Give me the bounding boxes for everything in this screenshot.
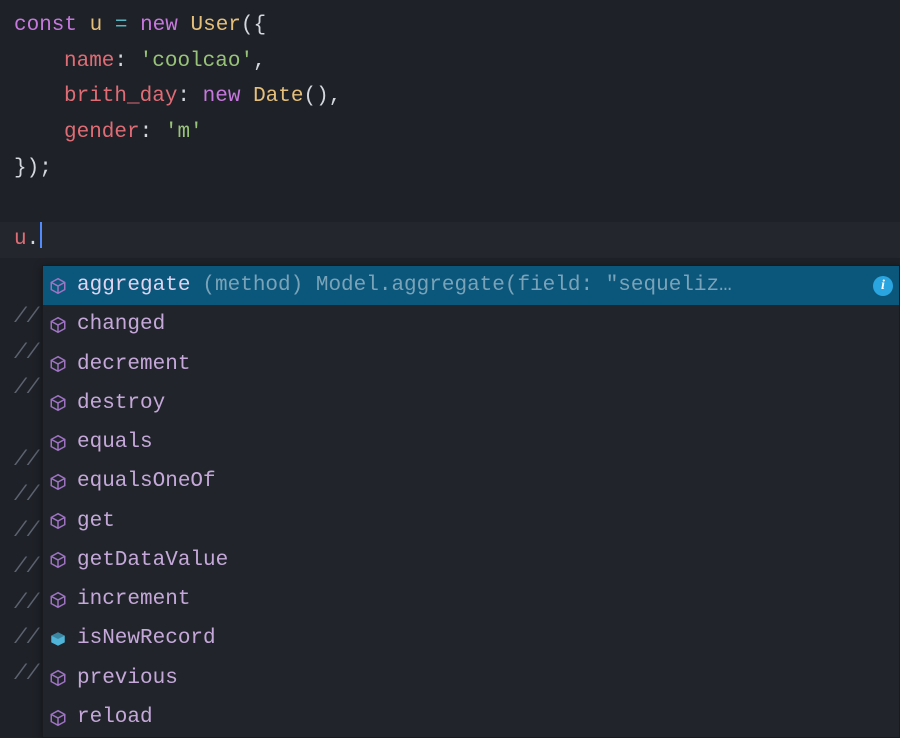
method-icon — [47, 707, 69, 729]
method-icon — [47, 589, 69, 611]
comment-marker: // — [14, 592, 39, 615]
autocomplete-item-destroy[interactable]: destroy — [43, 384, 899, 423]
autocomplete-item-isNewRecord[interactable]: isNewRecord — [43, 619, 899, 658]
string-name: 'coolcao' — [140, 50, 253, 73]
comment-marker: // — [14, 449, 39, 472]
autocomplete-label: destroy — [77, 386, 165, 421]
object-u: u — [14, 228, 27, 251]
prop-gender: gender — [64, 121, 140, 144]
keyword-new: new — [140, 14, 178, 37]
operator-eq: = — [115, 14, 128, 37]
autocomplete-label: previous — [77, 661, 178, 696]
autocomplete-item-getDataValue[interactable]: getDataValue — [43, 541, 899, 580]
method-icon — [47, 471, 69, 493]
code-line: name: 'coolcao', — [14, 44, 886, 80]
autocomplete-item-decrement[interactable]: decrement — [43, 345, 899, 384]
autocomplete-label: isNewRecord — [77, 621, 216, 656]
autocomplete-item-changed[interactable]: changed — [43, 305, 899, 344]
comment-marker: // — [14, 627, 39, 650]
method-icon — [47, 667, 69, 689]
prop-name: name — [64, 50, 114, 73]
autocomplete-item-equalsOneOf[interactable]: equalsOneOf — [43, 462, 899, 501]
variable-u: u — [90, 14, 103, 37]
autocomplete-item-reload[interactable]: reload — [43, 698, 899, 737]
keyword-new2: new — [203, 85, 241, 108]
code-line: }); — [14, 151, 886, 187]
method-icon — [47, 314, 69, 336]
comment-marker: // — [14, 484, 39, 507]
method-icon — [47, 432, 69, 454]
autocomplete-hint: (method) Model.aggregate(field: "sequeli… — [202, 268, 867, 303]
comment-marker: // — [14, 556, 39, 579]
comment-marker: // — [14, 520, 39, 543]
prop-birth: brith_day — [64, 85, 177, 108]
code-editor[interactable]: const u = new User({ name: 'coolcao', br… — [0, 0, 900, 266]
info-icon[interactable]: i — [873, 276, 893, 296]
text-cursor — [40, 222, 42, 248]
method-icon — [47, 510, 69, 532]
autocomplete-item-aggregate[interactable]: aggregate (method) Model.aggregate(field:… — [43, 266, 899, 305]
autocomplete-label: equals — [77, 425, 153, 460]
comment-marker: // — [14, 306, 39, 329]
background-code: // // // // // // // // // // — [14, 300, 39, 693]
autocomplete-label: equalsOneOf — [77, 464, 216, 499]
autocomplete-popup[interactable]: aggregate (method) Model.aggregate(field:… — [42, 265, 900, 738]
code-line: const u = new User({ — [14, 8, 886, 44]
class-date: Date — [253, 85, 303, 108]
autocomplete-item-get[interactable]: get — [43, 502, 899, 541]
autocomplete-item-equals[interactable]: equals — [43, 423, 899, 462]
autocomplete-label: decrement — [77, 347, 190, 382]
code-line — [14, 186, 886, 222]
method-icon — [47, 549, 69, 571]
code-line-active: u. — [0, 222, 900, 258]
string-gender: 'm' — [165, 121, 203, 144]
code-line: brith_day: new Date(), — [14, 79, 886, 115]
autocomplete-label: get — [77, 504, 115, 539]
keyword-const: const — [14, 14, 77, 37]
comment-marker: // — [14, 377, 39, 400]
autocomplete-item-increment[interactable]: increment — [43, 580, 899, 619]
autocomplete-label: aggregate — [77, 268, 190, 303]
autocomplete-item-previous[interactable]: previous — [43, 659, 899, 698]
comment-marker: // — [14, 663, 39, 686]
autocomplete-label: getDataValue — [77, 543, 228, 578]
autocomplete-label: changed — [77, 307, 165, 342]
method-icon — [47, 392, 69, 414]
code-line: gender: 'm' — [14, 115, 886, 151]
field-icon — [47, 628, 69, 650]
comment-marker: // — [14, 342, 39, 365]
method-icon — [47, 275, 69, 297]
class-user: User — [190, 14, 240, 37]
autocomplete-label: reload — [77, 700, 153, 735]
method-icon — [47, 353, 69, 375]
autocomplete-label: increment — [77, 582, 190, 617]
